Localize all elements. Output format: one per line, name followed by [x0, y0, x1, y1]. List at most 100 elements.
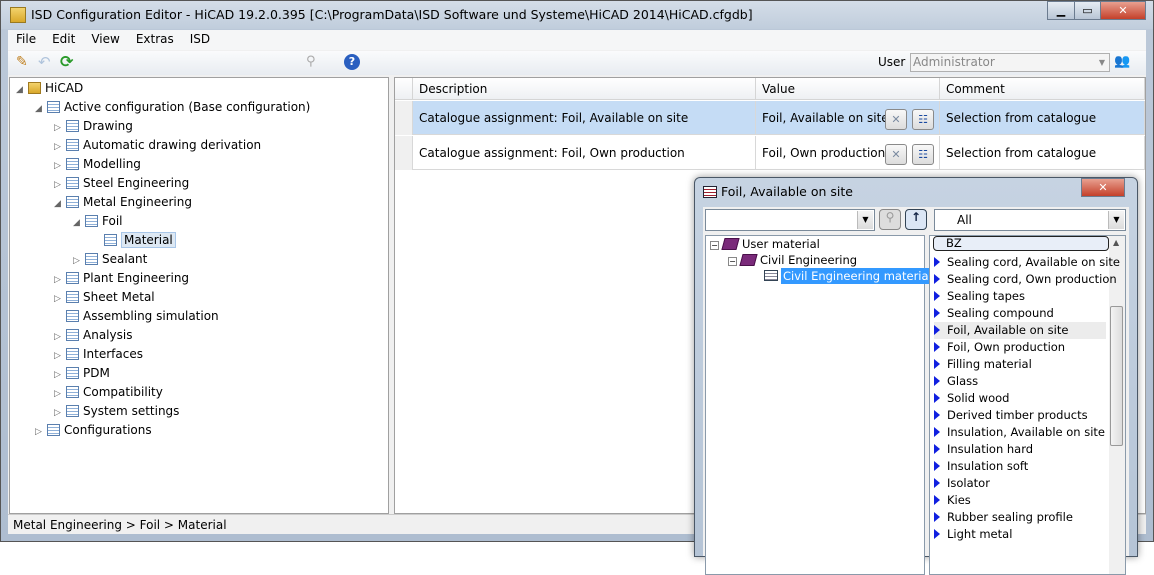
maximize-button[interactable]: ▭ [1074, 1, 1101, 20]
catalogue-item[interactable]: Filling material [934, 356, 1032, 373]
minimize-button[interactable]: ▁ [1047, 1, 1075, 20]
tree-node[interactable]: Assembling simulation [54, 307, 219, 326]
clear-button[interactable]: ✕ [885, 109, 907, 130]
catalogue-item[interactable]: Glass [934, 373, 978, 390]
clear-button[interactable]: ✕ [885, 144, 907, 165]
catalogue-item[interactable]: Isolator [934, 475, 990, 492]
tree-node[interactable]: ▷ Automatic drawing derivation [54, 136, 261, 155]
table-row[interactable]: Catalogue assignment: Foil, Own producti… [395, 136, 1145, 170]
tree-node[interactable]: ▷ Drawing [54, 117, 133, 136]
tree-node[interactable]: ▷ PDM [54, 364, 110, 383]
header-comment[interactable]: Comment [940, 78, 1145, 100]
catalogue-item[interactable]: Foil, Own production [934, 339, 1065, 356]
tree-node[interactable]: ▷ Plant Engineering [54, 269, 189, 288]
catalogue-button[interactable]: ☷ [912, 109, 934, 130]
item-label: Rubber sealing profile [947, 510, 1073, 524]
item-label: Light metal [947, 527, 1013, 541]
tree-node-user-material[interactable]: − User material [710, 236, 820, 253]
user-select[interactable]: Administrator ▼ [910, 53, 1110, 72]
tree-node[interactable]: Material [92, 231, 176, 250]
tree-node[interactable]: ▷ Sheet Metal [54, 288, 155, 307]
collapse-icon[interactable]: − [728, 257, 737, 266]
tree-node[interactable]: ▷ Analysis [54, 326, 132, 345]
pencil-icon[interactable]: ✎ [16, 54, 28, 70]
menu-extras[interactable]: Extras [128, 30, 182, 46]
expander-icon[interactable]: ◢ [35, 100, 47, 119]
binoculars-icon[interactable]: ⚲ [306, 54, 316, 69]
menu-edit[interactable]: Edit [44, 30, 83, 46]
catalogue-item[interactable]: Light metal [934, 526, 1012, 543]
scroll-up-icon[interactable]: ▲ [1113, 238, 1119, 247]
dialog-close-button[interactable]: ✕ [1081, 178, 1125, 197]
catalogue-item[interactable]: Sealing compound [934, 305, 1054, 322]
catalogue-item[interactable]: Insulation soft [934, 458, 1028, 475]
node-label: Sheet Metal [83, 290, 155, 304]
catalogue-item[interactable]: Solid wood [934, 390, 1009, 407]
node-label: Compatibility [83, 385, 163, 399]
chevron-down-icon: ▼ [1098, 58, 1105, 67]
expander-icon[interactable]: ▷ [35, 423, 47, 442]
cell-value[interactable]: Foil, Available on site ✕ ☷ [756, 101, 940, 135]
node-label: Plant Engineering [83, 271, 190, 285]
node-label: Drawing [83, 119, 133, 133]
tree-node-civil-engineering[interactable]: − Civil Engineering [728, 252, 857, 269]
item-label: Insulation, Available on site [947, 425, 1106, 439]
tree-node-civil-engineering-materials[interactable]: Civil Engineering materials [764, 268, 940, 285]
catalogue-item[interactable]: Sealing cord, Own production [934, 271, 1117, 288]
header-description[interactable]: Description [413, 78, 756, 100]
bullet-icon [934, 444, 940, 454]
close-button[interactable]: ✕ [1100, 1, 1146, 20]
tree-node[interactable]: ▷ Steel Engineering [54, 174, 189, 193]
header-value[interactable]: Value [756, 78, 940, 100]
catalogue-item[interactable]: Derived timber products [934, 407, 1088, 424]
row-header[interactable] [395, 101, 413, 135]
catalogue-item[interactable]: Foil, Available on site [934, 322, 1106, 339]
tree-node[interactable]: ◢ Metal Engineering [54, 193, 192, 212]
bullet-icon [934, 478, 940, 488]
menu-view[interactable]: View [83, 30, 127, 46]
tree-node[interactable]: ◢ Foil [73, 212, 122, 231]
expander-icon[interactable]: ◢ [73, 214, 85, 233]
catalogue-item[interactable]: Rubber sealing profile [934, 509, 1073, 526]
catalogue-item[interactable]: Sealing cord, Available on site [934, 254, 1120, 271]
help-icon[interactable]: ? [344, 54, 360, 70]
row-header[interactable] [395, 136, 413, 170]
item-label: Filling material [947, 357, 1032, 371]
search-button[interactable]: ⚲ [879, 209, 901, 230]
tree-node[interactable]: ▷ Configurations [35, 421, 152, 440]
tree-node[interactable]: ◢ Active configuration (Base configuratio… [35, 98, 310, 117]
expander-icon[interactable]: ◢ [54, 195, 66, 214]
tree-node[interactable]: ▷ Interfaces [54, 345, 143, 364]
refresh-icon[interactable]: ⟳ [60, 52, 73, 71]
catalogue-item[interactable]: Kies [934, 492, 971, 509]
tree-node[interactable]: ▷ Modelling [54, 155, 141, 174]
item-label: Kies [947, 493, 971, 507]
tree-node[interactable]: ▷ Compatibility [54, 383, 163, 402]
catalogue-item[interactable]: Insulation, Available on site [934, 424, 1105, 441]
undo-icon[interactable]: ↶ [38, 53, 51, 71]
table-icon [66, 177, 79, 189]
item-label: Foil, Own production [947, 340, 1066, 354]
catalogue-button[interactable]: ☷ [912, 144, 934, 165]
bullet-icon [934, 427, 940, 437]
catalogue-item[interactable]: Sealing tapes [934, 288, 1025, 305]
search-field[interactable]: BZ [933, 236, 1109, 251]
up-level-button[interactable]: ↑ [905, 209, 927, 230]
expander-icon[interactable]: ◢ [16, 81, 28, 100]
node-label: System settings [83, 404, 180, 418]
menu-isd[interactable]: ISD [182, 30, 218, 46]
table-row[interactable]: Catalogue assignment: Foil, Available on… [395, 101, 1145, 135]
path-combo[interactable]: ▼ [705, 209, 875, 231]
tree-node[interactable]: ◢ HiCAD [16, 79, 83, 98]
tree-node[interactable]: ▷ Sealant [73, 250, 147, 269]
scroll-thumb[interactable] [1110, 306, 1123, 446]
tree-node[interactable]: ▷ System settings [54, 402, 179, 421]
node-label: Sealant [102, 252, 148, 266]
collapse-icon[interactable]: − [710, 241, 719, 250]
cell-value[interactable]: Foil, Own production ✕ ☷ [756, 136, 940, 170]
users-icon[interactable]: 👥 [1114, 54, 1130, 69]
bullet-icon [934, 512, 940, 522]
menu-file[interactable]: File [8, 30, 44, 46]
catalogue-item[interactable]: Insulation hard [934, 441, 1033, 458]
filter-combo[interactable]: All ▼ [934, 209, 1126, 231]
